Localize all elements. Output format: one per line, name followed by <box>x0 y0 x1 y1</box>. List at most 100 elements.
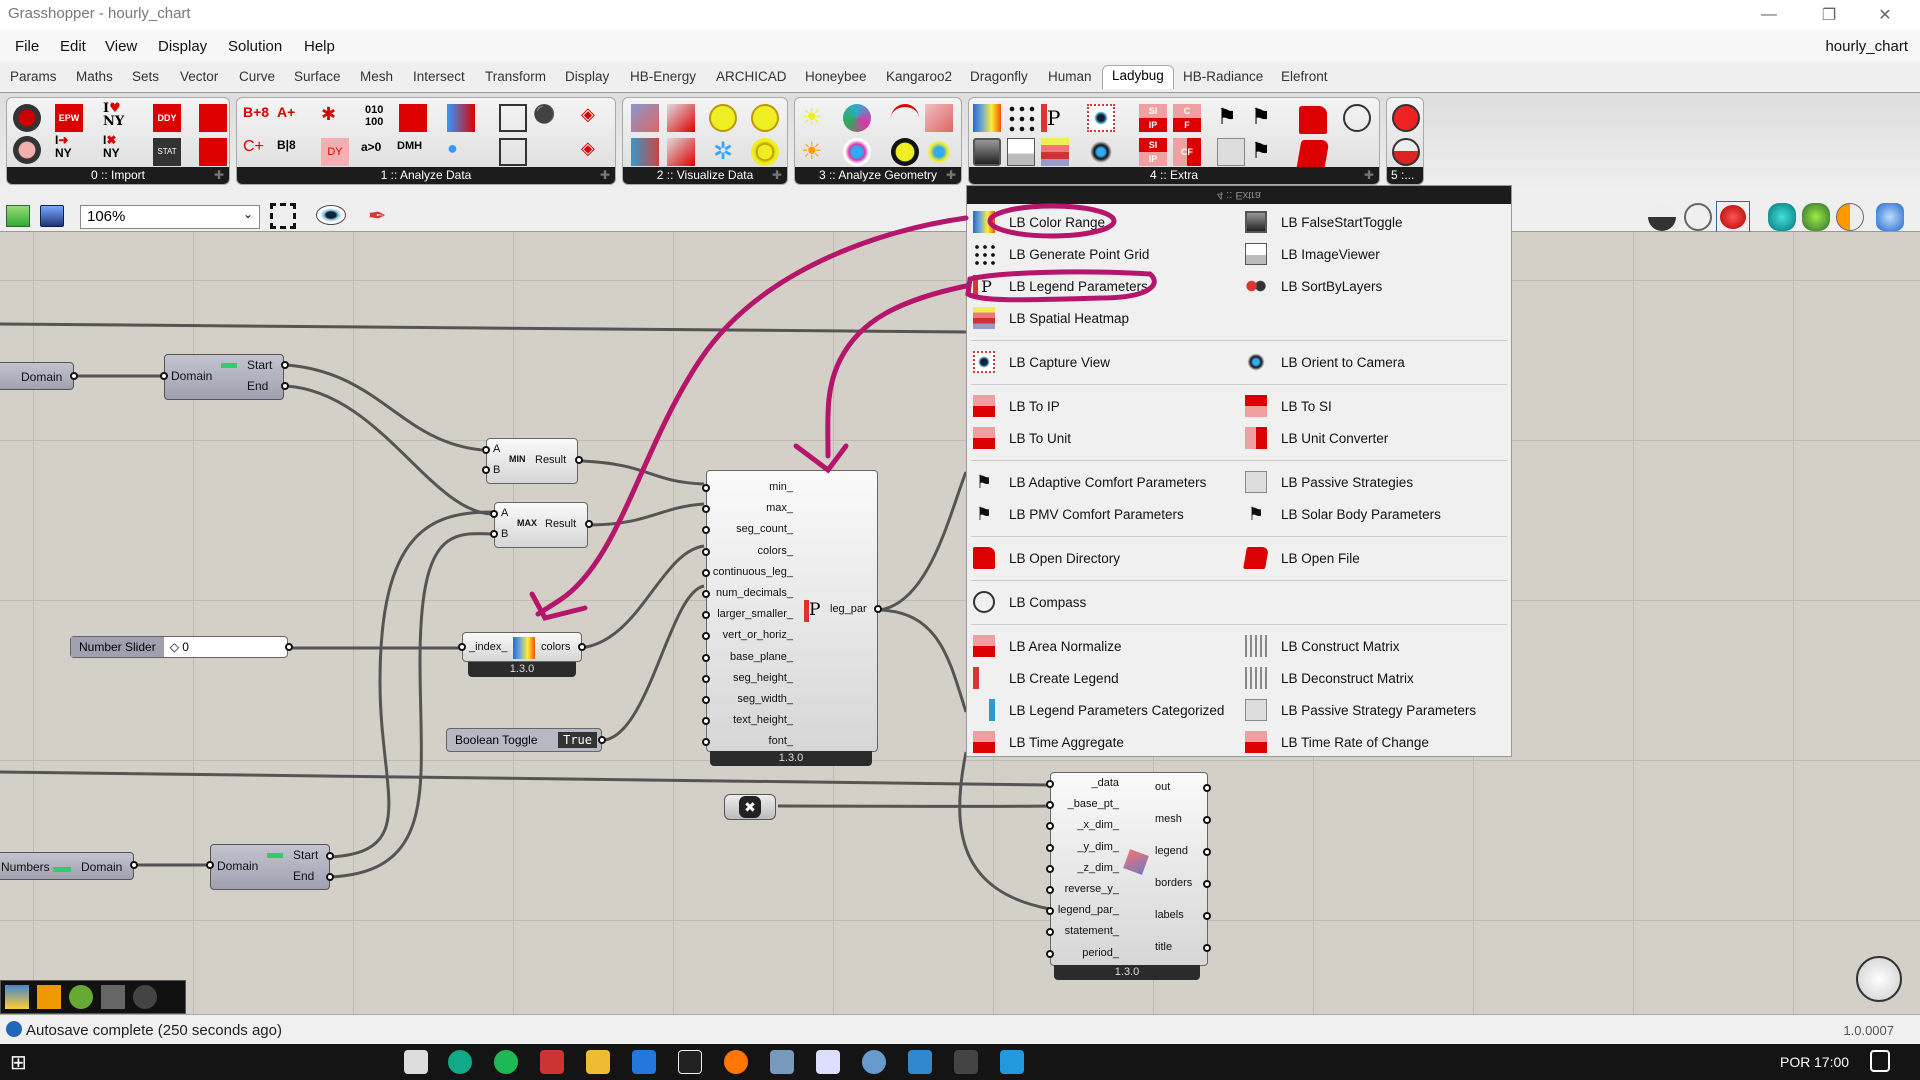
deconstruct-domain-node-1[interactable]: Domain Start End <box>164 354 284 400</box>
menu-item-lb-pmv-comfort-parameters[interactable]: ⚑ LB PMV Comfort Parameters <box>973 502 1184 526</box>
download-icon[interactable] <box>199 104 227 132</box>
pycharm-icon[interactable] <box>678 1050 702 1074</box>
file-explorer-icon[interactable] <box>586 1050 610 1074</box>
ladybug-icon[interactable] <box>69 985 93 1009</box>
document-preview-button[interactable] <box>1836 203 1864 231</box>
mesh-settings-button[interactable] <box>1876 203 1904 231</box>
output-port[interactable] <box>1203 944 1211 952</box>
line-chart-icon[interactable] <box>667 138 695 166</box>
compass-icon[interactable] <box>1343 104 1371 132</box>
start-output-port[interactable] <box>326 852 334 860</box>
menu-edit[interactable]: Edit <box>60 38 86 55</box>
menu-file[interactable]: File <box>15 38 39 55</box>
walking-icon[interactable]: ⚫ <box>533 104 561 132</box>
deconstruct-domain-node-2[interactable]: Domain Start End <box>210 844 330 890</box>
open-file-icon[interactable] <box>1296 140 1330 168</box>
output-port[interactable] <box>585 520 593 528</box>
tab-curve[interactable]: Curve <box>239 69 275 84</box>
menu-item-lb-spatial-heatmap[interactable]: LB Spatial Heatmap <box>973 306 1129 330</box>
preview-shaded-button[interactable] <box>1716 201 1750 233</box>
input-port[interactable] <box>490 510 498 518</box>
input-port[interactable] <box>458 643 466 651</box>
sketch-button[interactable]: ✒ <box>368 203 394 229</box>
split-icon[interactable]: B|8 <box>277 138 305 166</box>
menu-help[interactable]: Help <box>304 38 335 55</box>
sun-view-icon[interactable] <box>925 138 953 166</box>
menu-item-lb-solar-body-parameters[interactable]: ⚑ LB Solar Body Parameters <box>1245 502 1441 526</box>
monthly-chart-icon[interactable] <box>667 104 695 132</box>
seated-icon[interactable]: ◈ <box>581 104 609 132</box>
chart-3d-icon[interactable] <box>631 104 659 132</box>
orient-camera-icon[interactable] <box>1087 138 1115 166</box>
menu-item-lb-imageviewer[interactable]: LB ImageViewer <box>1245 242 1380 266</box>
sunpath-icon[interactable] <box>709 104 737 132</box>
input-port[interactable] <box>702 738 710 747</box>
apply-icon[interactable]: A+ <box>277 104 305 132</box>
menu-item-lb-time-rate-of-change[interactable]: LB Time Rate of Change <box>1245 730 1429 754</box>
notifications-icon[interactable] <box>1870 1050 1890 1072</box>
menu-display[interactable]: Display <box>158 38 207 55</box>
tab-maths[interactable]: Maths <box>76 69 113 84</box>
domain-node-1[interactable]: Domain <box>0 362 74 390</box>
person-icon[interactable]: ◈ <box>581 138 609 166</box>
ddy-icon[interactable]: DDY <box>153 104 181 132</box>
output-port[interactable] <box>578 643 586 651</box>
input-port[interactable] <box>490 530 498 538</box>
legend-parameters-icon[interactable]: P <box>1041 104 1069 132</box>
menu-view[interactable]: View <box>105 38 137 55</box>
output-port[interactable] <box>1203 816 1211 824</box>
binary-icon[interactable]: 010 100 <box>365 104 393 132</box>
output-port[interactable] <box>1203 912 1211 920</box>
start-output-port[interactable] <box>281 361 289 369</box>
store-icon[interactable] <box>404 1050 428 1074</box>
tab-hb-energy[interactable]: HB-Energy <box>630 69 696 84</box>
python-icon[interactable] <box>5 985 29 1009</box>
image-viewer-icon[interactable] <box>1007 138 1035 166</box>
input-port[interactable] <box>702 547 710 556</box>
output-port[interactable] <box>70 372 78 380</box>
tab-archicad[interactable]: ARCHICAD <box>716 69 787 84</box>
close-button[interactable]: ✕ <box>1862 0 1908 30</box>
slider-value[interactable]: ◇ 0 <box>164 637 195 657</box>
menu-item-lb-construct-matrix[interactable]: LB Construct Matrix <box>1245 634 1400 658</box>
zoom-level-select[interactable]: 106% ⌄ <box>80 205 260 229</box>
sunlight-hours-icon[interactable]: ☀ <box>801 104 829 132</box>
menu-item-lb-sortbylayers[interactable]: LB SortByLayers <box>1245 274 1382 298</box>
input-port[interactable] <box>1046 822 1054 831</box>
add-icon[interactable]: C+ <box>243 138 271 166</box>
max-node[interactable]: A B MAX Result <box>494 502 588 548</box>
false-start-toggle-icon[interactable] <box>973 138 1001 166</box>
clock[interactable]: 17:00 <box>1814 1054 1849 1070</box>
arithmetic-icon[interactable]: B+8 <box>243 104 271 132</box>
menu-item-lb-unit-converter[interactable]: LB Unit Converter <box>1245 426 1388 450</box>
tab-sets[interactable]: Sets <box>132 69 159 84</box>
input-port[interactable] <box>702 505 710 514</box>
epw-icon[interactable]: EPW <box>55 104 83 132</box>
solar-body-icon[interactable]: ⚑ <box>1251 138 1279 166</box>
thermometer-icon[interactable] <box>447 104 475 132</box>
menu-item-lb-open-file[interactable]: LB Open File <box>1243 546 1360 570</box>
spatial-heatmap-icon[interactable] <box>1041 138 1069 166</box>
input-port[interactable] <box>702 632 710 641</box>
input-port[interactable] <box>702 653 710 662</box>
radiation-rose-icon[interactable]: ✲ <box>709 138 737 166</box>
gauge-icon[interactable] <box>1392 138 1420 166</box>
i-love-ny-icon[interactable]: I♥ NY <box>103 102 131 130</box>
import-epw-icon[interactable] <box>13 104 41 132</box>
to-si-icon[interactable]: SI IP <box>1139 138 1167 166</box>
input-port[interactable] <box>702 526 710 535</box>
unit-converter-icon[interactable]: CF <box>1173 138 1201 166</box>
input-port[interactable] <box>702 590 710 598</box>
conditional-icon[interactable]: a>0 <box>361 140 389 168</box>
input-port[interactable] <box>1046 886 1054 894</box>
direct-sun-icon[interactable] <box>925 104 953 132</box>
rstudio-icon[interactable] <box>862 1050 886 1074</box>
sun-icon[interactable]: ☀ <box>801 138 829 166</box>
menu-item-lb-area-normalize[interactable]: LB Area Normalize <box>973 634 1122 658</box>
to-ip-icon[interactable]: SI IP <box>1139 104 1167 132</box>
input-port[interactable] <box>1046 928 1054 937</box>
toggle-value[interactable]: True <box>558 732 597 748</box>
view-rose-icon[interactable] <box>843 104 871 132</box>
output-port[interactable] <box>1203 880 1211 888</box>
app-icon[interactable] <box>908 1050 932 1074</box>
